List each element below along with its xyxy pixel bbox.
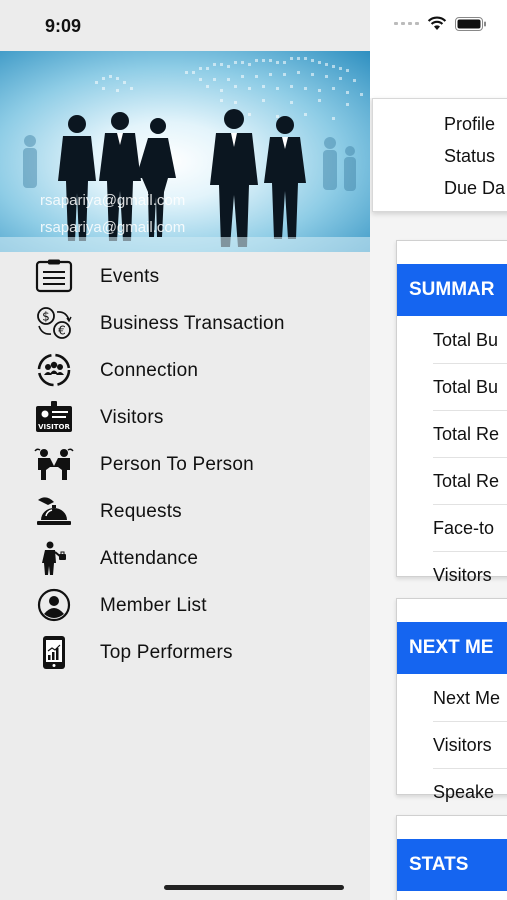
summary-row[interactable]: Total Re (433, 411, 507, 458)
svg-text:$: $ (42, 310, 50, 324)
due-date-label: Due Da (444, 178, 506, 198)
attendance-person-icon (42, 541, 66, 575)
member-avatar-icon (37, 588, 71, 622)
clipboard-list-icon (35, 259, 73, 293)
summary-row[interactable]: Total Re (433, 458, 507, 505)
summary-row[interactable]: Total Bu (433, 317, 507, 364)
next-meeting-row[interactable]: Visitors (433, 722, 507, 769)
connection-icon (37, 353, 71, 387)
next-meeting-row[interactable]: Next Me (433, 675, 507, 722)
menu-label: Events (100, 266, 160, 287)
menu-label: Member List (100, 595, 207, 616)
menu-label: Attendance (100, 548, 199, 569)
battery-icon (455, 16, 486, 31)
menu-label: Business Transaction (100, 313, 285, 334)
wifi-icon (427, 16, 447, 30)
menu-item-visitors[interactable]: VISITOR Visitors (0, 394, 370, 441)
menu-item-business-transaction[interactable]: $ € Business Transaction (0, 300, 370, 347)
main-content: Profile Status Due Da SUMMAR Total Bu To… (370, 0, 507, 900)
stats-card: STATS (396, 815, 507, 900)
next-meeting-header: NEXT ME (397, 622, 507, 674)
summary-row[interactable]: Visitors (433, 552, 507, 598)
visitor-badge-icon: VISITOR (36, 401, 72, 432)
menu-label: Connection (100, 360, 199, 381)
handshake-icon (34, 448, 74, 480)
svg-text:VISITOR: VISITOR (38, 423, 70, 431)
summary-card: SUMMAR Total Bu Total Bu Total Re Total … (396, 240, 507, 585)
menu-item-top-performers[interactable]: Top Performers (0, 629, 370, 676)
home-indicator[interactable] (164, 885, 344, 890)
menu-item-person-to-person[interactable]: Person To Person (0, 441, 370, 488)
profile-label: Profile (444, 114, 496, 134)
menu-item-requests[interactable]: Requests (0, 488, 370, 535)
menu-label: Person To Person (100, 454, 254, 475)
status-bar: 9:09 (0, 0, 370, 51)
stats-header: STATS (397, 839, 507, 891)
summary-header: SUMMAR (397, 264, 507, 316)
phone-chart-icon (43, 636, 65, 669)
summary-row[interactable]: Face-to (433, 505, 507, 552)
next-meeting-row[interactable]: Speake (433, 769, 507, 815)
menu-label: Visitors (100, 407, 164, 428)
summary-row[interactable]: Total Bu (433, 364, 507, 411)
next-meeting-card: NEXT ME Next Me Visitors Speake (396, 598, 507, 802)
profile-card[interactable]: Profile Status Due Da (372, 98, 507, 212)
svg-text:€: € (58, 324, 66, 338)
menu-item-events[interactable]: Events (0, 253, 370, 300)
service-bell-icon (37, 497, 71, 525)
side-drawer: 9:09 rsapariya@gmail.com rsapariya@gmail… (0, 0, 370, 900)
menu-label: Requests (100, 501, 182, 522)
main-header (370, 0, 507, 98)
menu-item-attendance[interactable]: Attendance (0, 535, 370, 582)
menu-label: Top Performers (100, 642, 233, 663)
status-icons (394, 16, 487, 31)
drawer-header-banner: rsapariya@gmail.com rsapariya@gmail.com (0, 51, 370, 252)
cellular-signal-icon (394, 22, 419, 25)
user-email: rsapariya@gmail.com (40, 192, 186, 209)
currency-exchange-icon: $ € (37, 307, 72, 339)
status-label: Status (444, 146, 496, 166)
status-time: 9:09 (45, 16, 82, 36)
menu-item-connection[interactable]: Connection (0, 347, 370, 394)
menu-item-member-list[interactable]: Member List (0, 582, 370, 629)
user-email-secondary: rsapariya@gmail.com (40, 219, 186, 236)
